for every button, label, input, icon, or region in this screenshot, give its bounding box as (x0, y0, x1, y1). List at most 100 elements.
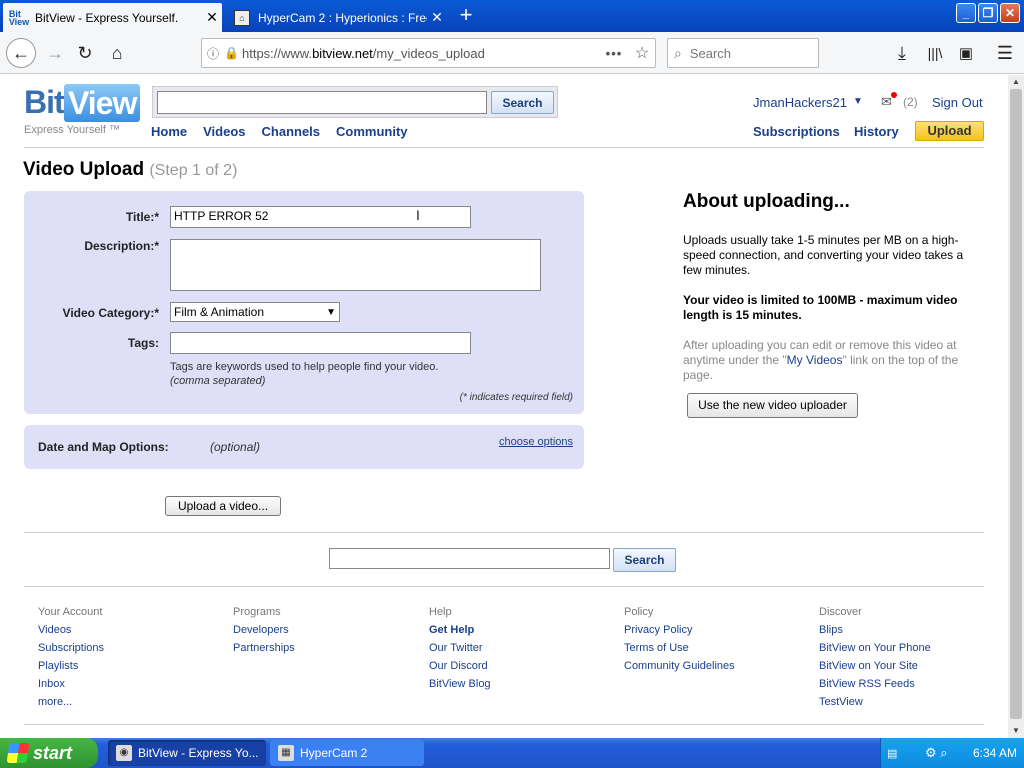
scroll-down-icon[interactable]: ▼ (1008, 724, 1024, 738)
sign-out-link[interactable]: Sign Out (932, 95, 983, 110)
keyboard-icon[interactable]: ▤ (887, 747, 905, 760)
page-scrollbar[interactable]: ▲ ▼ (1008, 75, 1024, 738)
nav-videos[interactable]: Videos (203, 124, 245, 139)
footer-link[interactable]: Our Twitter (429, 639, 619, 657)
footer-link[interactable]: Our Discord (429, 657, 619, 675)
close-tab-icon[interactable]: ✕ (202, 9, 222, 26)
scrollbar-thumb[interactable] (1010, 89, 1022, 719)
menu-button[interactable]: ☰ (992, 40, 1018, 66)
choose-options-link[interactable]: choose options (499, 436, 573, 448)
upload-video-button[interactable]: Upload a video... (165, 496, 281, 516)
main-nav: Home Videos Channels Community (151, 124, 408, 139)
about-paragraph-1: Uploads usually take 1-5 minutes per MB … (683, 233, 964, 277)
footer-link[interactable]: Terms of Use (624, 639, 814, 657)
library-icon: |||\ (927, 45, 943, 61)
close-window-button[interactable]: ✕ (1000, 3, 1020, 23)
site-search-button[interactable]: Search (491, 91, 554, 114)
username-link[interactable]: JmanHackers21 (753, 95, 847, 110)
category-select[interactable]: Film & Animation ▼ (170, 302, 340, 322)
content-divider (24, 532, 984, 533)
header-divider (24, 147, 984, 148)
footer-link[interactable]: BitView Blog (429, 675, 619, 693)
url-text[interactable]: https://www.bitview.net/my_videos_upload (242, 46, 599, 61)
upload-button[interactable]: Upload (915, 121, 984, 141)
browser-search-input[interactable]: ⌕ Search (667, 38, 819, 68)
upload-form: Title:* HTTP ERROR 52 I Description:* Vi… (24, 191, 584, 414)
sidebar-icon: ▣ (958, 45, 974, 62)
maximize-button[interactable]: ❐ (978, 3, 998, 23)
home-button[interactable]: ⌂ (104, 40, 130, 66)
forward-button[interactable]: → (42, 40, 68, 66)
windows-logo-icon (6, 743, 30, 763)
footer-link[interactable]: Community Guidelines (624, 657, 814, 675)
tab-bitview[interactable]: Bit View BitView - Express Yourself. ✕ (3, 3, 222, 32)
about-paragraph-2: Your video is limited to 100MB - maximum… (683, 293, 958, 322)
browser-toolbar: ← → ↻ ⌂ ⓘ 🔒 https://www.bitview.net/my_v… (0, 32, 1024, 74)
message-count: (2) (903, 95, 918, 109)
taskbar-item-hypercam[interactable]: ▦ HyperCam 2 (270, 740, 424, 766)
hamburger-menu-icon: ☰ (996, 42, 1014, 63)
reload-button[interactable]: ↻ (72, 40, 98, 66)
footer-bottom-divider (24, 724, 984, 725)
library-button[interactable]: |||\ (922, 40, 948, 66)
nav-channels[interactable]: Channels (262, 124, 321, 139)
firefox-icon: ◉ (116, 745, 132, 761)
my-videos-link[interactable]: My Videos (787, 353, 843, 367)
scroll-up-icon[interactable]: ▲ (1008, 75, 1024, 89)
footer-link[interactable]: Developers (233, 621, 423, 639)
history-link[interactable]: History (854, 124, 899, 139)
footer-link[interactable]: Inbox (38, 675, 228, 693)
about-uploading: About uploading... Uploads usually take … (683, 191, 978, 398)
footer-link[interactable]: BitView on Your Phone (819, 639, 1008, 657)
footer-link[interactable]: TestView (819, 693, 1008, 711)
footer-link[interactable]: Subscriptions (38, 639, 228, 657)
optional-text: (optional) (210, 440, 261, 454)
footer-link[interactable]: Playlists (38, 657, 228, 675)
footer-link[interactable]: Privacy Policy (624, 621, 814, 639)
chevron-down-icon: ▼ (326, 306, 336, 318)
bottom-search-input[interactable] (329, 548, 610, 569)
footer-link[interactable]: more... (38, 693, 228, 711)
footer-link[interactable]: BitView on Your Site (819, 657, 1008, 675)
new-tab-button[interactable]: + (455, 4, 477, 27)
nav-community[interactable]: Community (336, 124, 408, 139)
page-actions-icon[interactable]: ••• (599, 46, 629, 61)
footer-link[interactable]: BitView RSS Feeds (819, 675, 1008, 693)
new-uploader-button[interactable]: Use the new video uploader (687, 393, 858, 418)
browser-titlebar: Bit View BitView - Express Yourself. ✕ ⌂… (0, 0, 1024, 32)
site-search: Search (152, 86, 558, 118)
bitview-logo[interactable]: Bit View Express Yourself ™ (24, 84, 141, 142)
start-button[interactable]: start (0, 738, 98, 768)
title-label: Title:* (125, 210, 159, 224)
minimize-button[interactable]: _ (956, 3, 976, 23)
tags-input[interactable] (170, 332, 471, 354)
footer-link[interactable]: Get Help (429, 621, 619, 639)
subscriptions-link[interactable]: Subscriptions (753, 124, 840, 139)
info-icon[interactable]: ⓘ (202, 45, 224, 62)
footer-col-help: Help Get Help Our Twitter Our Discord Bi… (429, 603, 619, 693)
back-button[interactable]: ← (6, 38, 36, 68)
home-icon: ⌂ (111, 42, 123, 63)
site-search-input[interactable] (157, 91, 487, 114)
lock-icon: 🔒 (224, 46, 239, 60)
tray-icons[interactable]: ⚙ ⌕ (925, 745, 961, 761)
sidebar-button[interactable]: ▣ (953, 40, 979, 66)
title-input[interactable]: HTTP ERROR 52 (170, 206, 471, 228)
nav-home[interactable]: Home (151, 124, 187, 139)
tab-hypercam[interactable]: ⌂ HyperCam 2 : Hyperionics : Free D ✕ (226, 3, 447, 32)
downloads-button[interactable]: ⤓ (889, 40, 915, 66)
description-textarea[interactable] (170, 239, 541, 291)
reload-icon: ↻ (77, 42, 93, 63)
close-tab-icon[interactable]: ✕ (427, 9, 447, 26)
mail-icon[interactable]: ✉ (881, 92, 897, 110)
address-bar[interactable]: ⓘ 🔒 https://www.bitview.net/my_videos_up… (201, 38, 656, 68)
taskbar-item-bitview[interactable]: ◉ BitView - Express Yo... (108, 740, 266, 766)
footer-link[interactable]: Videos (38, 621, 228, 639)
chevron-down-icon[interactable]: ▼ (853, 96, 863, 107)
bookmark-star-icon[interactable]: ☆ (629, 43, 655, 63)
footer-link[interactable]: Partnerships (233, 639, 423, 657)
date-map-label: Date and Map Options: (38, 440, 169, 454)
bottom-search-button[interactable]: Search (613, 548, 676, 572)
bitview-favicon-icon: Bit View (8, 8, 30, 27)
footer-link[interactable]: Blips (819, 621, 1008, 639)
